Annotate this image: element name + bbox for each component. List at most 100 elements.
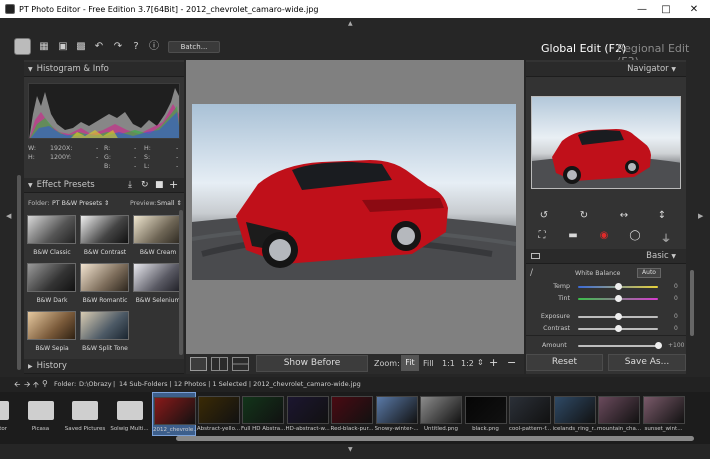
filmstrip-folder[interactable]: Picasa: [19, 392, 63, 436]
filmstrip-photo[interactable]: black.png: [464, 392, 508, 436]
info-r-label: R:: [104, 145, 111, 152]
rotate-right-icon[interactable]: ↻: [576, 210, 592, 221]
save-icon[interactable]: ▣: [56, 41, 70, 53]
zoom-in-button[interactable]: +: [489, 356, 498, 369]
add-preset-icon[interactable]: +: [169, 178, 178, 191]
show-before-button[interactable]: Show Before: [256, 355, 368, 372]
temp-slider-knob[interactable]: [614, 283, 622, 290]
clone-stamp-icon[interactable]: ⏚: [658, 230, 674, 245]
filmstrip-photo[interactable]: HD-abstract-w...: [286, 392, 330, 436]
batch-button[interactable]: Batch...: [168, 41, 220, 53]
back-arrow-icon[interactable]: 🡨: [14, 379, 21, 393]
zoom-1-1-button[interactable]: 1:1: [442, 359, 455, 368]
left-panel-scrollbar[interactable]: [17, 175, 21, 370]
eyedropper-icon[interactable]: ∕: [530, 268, 533, 278]
preview-size-select[interactable]: Small ⇕: [157, 200, 182, 207]
folder-path[interactable]: D:\Obrazy: [79, 380, 112, 388]
filmstrip-photo[interactable]: 2012_chevrole...: [152, 392, 197, 436]
history-header[interactable]: ▶ History: [24, 359, 184, 374]
single-view-button[interactable]: [190, 357, 207, 371]
red-eye-icon[interactable]: ◉: [596, 230, 612, 241]
preset-folder-select[interactable]: PT B&W Presets ⇕: [52, 200, 109, 207]
amount-slider-knob[interactable]: [654, 342, 662, 349]
top-bottom-view-button[interactable]: [232, 357, 249, 371]
preset-thumb-bw-contrast[interactable]: [80, 215, 129, 244]
auto-white-balance-button[interactable]: Auto: [637, 268, 661, 278]
filmstrip-photo[interactable]: cool-pattern-f...: [508, 392, 552, 436]
preset-thumb-bw-sepia[interactable]: [27, 311, 76, 340]
save-as-icon[interactable]: ▩: [74, 41, 88, 53]
filmstrip-folder[interactable]: Director: [0, 392, 18, 436]
redo-icon[interactable]: ↷: [111, 41, 125, 53]
up-arrow-icon[interactable]: 🡩: [33, 379, 39, 393]
tab-global-edit[interactable]: Global Edit (F2): [541, 42, 626, 55]
basic-header[interactable]: Basic ▼: [526, 249, 686, 264]
flip-horizontal-icon[interactable]: ↔: [616, 210, 632, 221]
zoom-out-button[interactable]: −: [507, 356, 516, 369]
amount-slider-track[interactable]: [578, 345, 658, 347]
filmstrip-scrollbar[interactable]: [176, 436, 694, 441]
right-panel-scrollbar[interactable]: [690, 270, 694, 336]
preset-thumb-bw-cream[interactable]: [133, 215, 182, 244]
folder-icon[interactable]: ■: [155, 180, 164, 190]
app-logo-icon[interactable]: [14, 38, 31, 55]
zoom-fill-button[interactable]: Fill: [423, 359, 434, 368]
collapse-bottom-arrow-icon[interactable]: ▼: [348, 446, 353, 453]
reset-button[interactable]: Reset: [526, 354, 603, 371]
filmstrip-folder[interactable]: Saved Pictures: [63, 392, 107, 436]
filmstrip-label: black.png: [472, 426, 499, 432]
filmstrip-photo[interactable]: Untitled.png: [419, 392, 463, 436]
navigator-preview[interactable]: [531, 96, 681, 189]
save-as-button[interactable]: Save As...: [608, 354, 686, 371]
filmstrip-photo[interactable]: sunset_wint...: [642, 392, 686, 436]
filmstrip-photo[interactable]: Full HD Abstra...: [241, 392, 285, 436]
preset-label: B&W Contrast: [83, 249, 127, 256]
collapse-top-arrow-icon[interactable]: ▲: [348, 20, 353, 27]
zoom-ratio-select[interactable]: 1:2: [461, 359, 474, 368]
straighten-icon[interactable]: ▬: [565, 230, 581, 241]
navigator-header[interactable]: Navigator ▼: [526, 62, 686, 77]
preset-thumb-bw-dark[interactable]: [27, 263, 76, 292]
filmstrip-label: 2012_chevrole...: [153, 427, 197, 433]
rotate-left-icon[interactable]: ↺: [536, 210, 552, 221]
undo-icon[interactable]: ↶: [92, 41, 106, 53]
zoom-fit-button[interactable]: Fit: [401, 355, 419, 371]
filmstrip-photo[interactable]: Red-black-pur...: [330, 392, 374, 436]
forward-arrow-icon[interactable]: 🡪: [24, 379, 31, 393]
search-icon[interactable]: ⚲: [42, 379, 48, 388]
download-icon[interactable]: ⤓: [128, 180, 132, 190]
crop-icon[interactable]: ⛶: [534, 230, 550, 241]
flip-vertical-icon[interactable]: ↕: [654, 210, 670, 221]
image-canvas[interactable]: [186, 60, 524, 354]
collapse-right-arrow-icon[interactable]: ▶: [698, 212, 703, 220]
histogram-header[interactable]: ▼ Histogram & Info: [24, 62, 184, 77]
presets-scrollbar[interactable]: [179, 210, 183, 355]
filmstrip-folder[interactable]: Solwig Multi...: [108, 392, 152, 436]
collapse-left-arrow-icon[interactable]: ◀: [6, 212, 11, 220]
help-icon[interactable]: ?: [129, 41, 143, 53]
info-b-label: B:: [104, 163, 111, 170]
preset-thumb-bw-selenium[interactable]: [133, 263, 182, 292]
side-by-side-view-button[interactable]: [211, 357, 228, 371]
tint-slider-knob[interactable]: [614, 295, 622, 302]
photo-thumbnail: [375, 396, 418, 424]
spot-healing-icon[interactable]: ◯: [627, 230, 643, 241]
filmstrip-label: Abstract-yello...: [196, 426, 241, 432]
filmstrip-photo[interactable]: mountain_cha...: [597, 392, 641, 436]
preset-thumb-bw-split-tone[interactable]: [80, 311, 129, 340]
preset-thumb-bw-romantic[interactable]: [80, 263, 129, 292]
zoom-stepper-icon[interactable]: ⇕: [477, 358, 484, 367]
histogram-graph: [29, 88, 179, 138]
preset-thumb-bw-classic[interactable]: [27, 215, 76, 244]
info-icon[interactable]: ⓘ: [147, 41, 161, 53]
refresh-icon[interactable]: ↻: [141, 180, 149, 190]
filmstrip-photo[interactable]: Abstract-yello...: [197, 392, 241, 436]
open-folder-icon[interactable]: ▦: [37, 41, 51, 53]
contrast-slider-knob[interactable]: [614, 325, 622, 332]
panel-toggle-icon[interactable]: [531, 253, 540, 259]
filmstrip-photo[interactable]: icelands_ring_r...: [553, 392, 597, 436]
maximize-button[interactable]: □: [652, 0, 680, 18]
filmstrip-photo[interactable]: Snowy-winter-...: [375, 392, 419, 436]
close-button[interactable]: ✕: [680, 0, 708, 18]
exposure-slider-knob[interactable]: [614, 313, 622, 320]
